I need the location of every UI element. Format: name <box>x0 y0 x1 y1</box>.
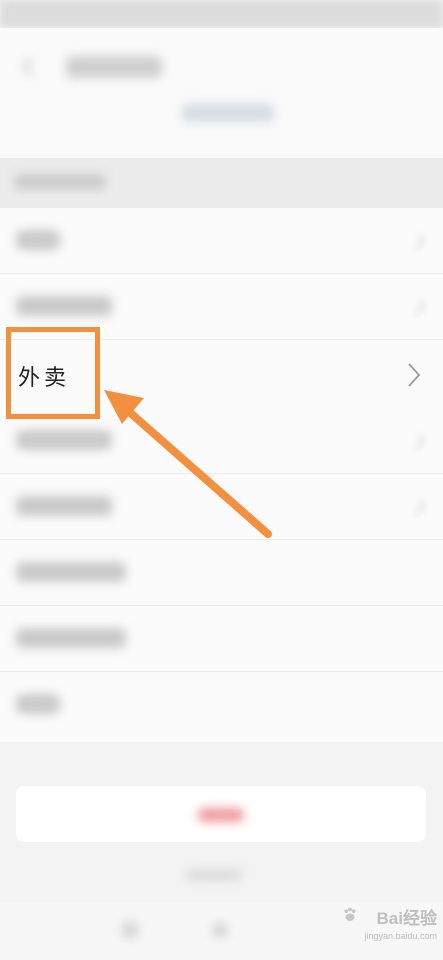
list-item-label <box>16 230 60 250</box>
chevron-right-icon <box>408 363 421 387</box>
chevron-right-icon <box>409 500 425 516</box>
nav-home-icon[interactable] <box>212 922 228 938</box>
list-item-label <box>16 628 126 648</box>
chevron-right-icon <box>409 300 425 316</box>
list-item-label <box>16 496 112 516</box>
list-item[interactable] <box>0 208 443 274</box>
logout-label <box>198 808 244 822</box>
header-subtitle <box>182 104 274 122</box>
chevron-right-icon <box>409 434 425 450</box>
list-item-label <box>16 430 112 450</box>
logout-button[interactable] <box>16 786 426 842</box>
watermark: Bai经验 jingyan.baidu.com <box>317 904 437 956</box>
chevron-right-icon <box>409 234 425 250</box>
settings-list <box>0 208 443 742</box>
highlight-box <box>6 327 100 419</box>
status-bar <box>0 0 443 28</box>
page-title <box>66 56 162 78</box>
list-item[interactable] <box>0 672 443 738</box>
section-header-label <box>14 174 106 190</box>
list-item-label <box>16 296 112 316</box>
baidu-paw-icon <box>344 907 356 921</box>
list-item-label <box>16 562 126 582</box>
watermark-brand: Bai经验 <box>376 909 437 928</box>
list-item-label <box>16 694 60 714</box>
arrow-left-icon[interactable] <box>18 56 40 78</box>
nav-back-icon[interactable] <box>122 922 138 938</box>
header <box>0 28 443 158</box>
list-item[interactable] <box>0 474 443 540</box>
list-item[interactable] <box>0 540 443 606</box>
footer-text <box>186 870 242 880</box>
list-item[interactable] <box>0 606 443 672</box>
footer-area <box>0 742 443 902</box>
section-header <box>0 158 443 208</box>
watermark-domain: jingyan.baidu.com <box>364 931 437 941</box>
